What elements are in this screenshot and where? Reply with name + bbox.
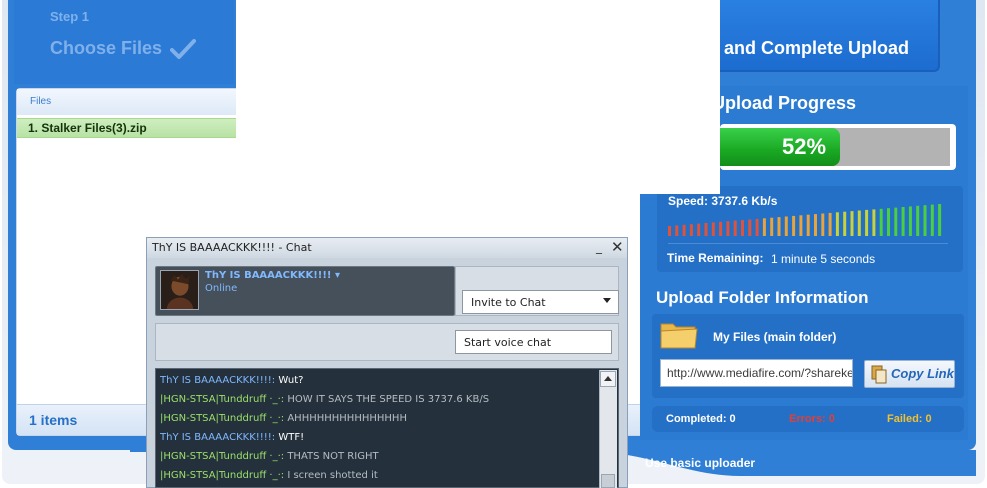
copy-icon[interactable]: [870, 364, 888, 384]
contact-status: Online: [205, 283, 238, 294]
speed-meter-bar: [857, 210, 861, 236]
message-sender: |HGN-STSA|Tunddruff ·_·:: [160, 413, 285, 424]
speed-meter-bar: [843, 211, 847, 236]
speed-meter-bar: [879, 208, 883, 236]
speed-meter-bar: [668, 226, 671, 236]
avatar: [160, 270, 199, 310]
speed-meter-bar: [704, 223, 708, 236]
speed-meter-bar: [887, 208, 890, 236]
message-sender: ThY IS BAAAACKKK!!!!:: [160, 432, 276, 443]
chat-title: ThY IS BAAAACKKK!!!! - Chat: [152, 241, 312, 254]
step-title: Choose Files: [50, 38, 163, 58]
message-sender: |HGN-STSA|Tunddruff ·_·:: [160, 394, 285, 405]
speed-meter-bar: [726, 221, 730, 236]
speed-meter-bar: [777, 217, 781, 236]
speed-meter-bar: [770, 217, 774, 236]
speed-meter-bar: [872, 209, 876, 236]
speed-meter-bar: [916, 205, 920, 236]
chevron-down-icon[interactable]: [603, 298, 611, 303]
speed-meter-bar: [814, 214, 817, 236]
speed-meter-bar: [938, 204, 942, 236]
speed-meter-bar: [689, 224, 693, 236]
speed-meter-bar: [675, 225, 679, 236]
chat-message: |HGN-STSA|Tunddruff ·_·: THATS NOT RIGHT: [160, 451, 379, 462]
step-label: Step 1: [50, 9, 90, 24]
chat-message: ThY IS BAAAACKKK!!!!: Wut?: [160, 375, 303, 386]
blank-overlay-window: [236, 0, 720, 194]
message-text: Wut?: [278, 375, 304, 386]
contact-name[interactable]: ThY IS BAAAACKKK!!!! ▾: [205, 270, 340, 281]
speed-meter-bar: [733, 220, 737, 236]
speed-meter-bar: [792, 215, 796, 236]
speed-meter-bar: [908, 206, 912, 236]
close-icon[interactable]: ✕: [611, 238, 625, 256]
speed-meter-bar: [784, 216, 788, 236]
speed-meter-bar: [835, 212, 839, 236]
message-text: AHHHHHHHHHHHHHHH: [287, 413, 407, 424]
speed-meter-icon: [668, 204, 942, 236]
failed-count: Failed: 0: [887, 413, 932, 425]
basic-uploader-link[interactable]: Use basic uploader: [645, 456, 755, 470]
speed-meter-bar: [719, 221, 723, 236]
speed-meter-bar: [923, 205, 927, 236]
speed-meter-bar: [711, 222, 715, 236]
speed-meter-bar: [748, 219, 752, 236]
divider: [668, 243, 948, 244]
message-sender: |HGN-STSA|Tunddruff ·_·:: [160, 451, 285, 462]
speed-meter-bar: [828, 212, 832, 236]
chat-message: ThY IS BAAAACKKK!!!!: WTF!: [160, 432, 304, 443]
speed-meter-bar: [755, 218, 759, 236]
errors-count: Errors: 0: [789, 413, 835, 425]
chat-message: |HGN-STSA|Tunddruff ·_·: HOW IT SAYS THE…: [160, 394, 489, 405]
complete-upload-label[interactable]: and Complete Upload: [724, 38, 909, 59]
message-text: THATS NOT RIGHT: [287, 451, 379, 462]
speed-meter-bar: [762, 218, 766, 236]
speed-meter-bar: [741, 220, 744, 236]
speed-meter-bar: [821, 213, 825, 236]
folder-icon: [660, 323, 698, 349]
folder-info-title: Upload Folder Information: [656, 288, 869, 307]
file-list-header-label: Files: [30, 96, 52, 107]
progress-percent: 52%: [782, 134, 827, 159]
speed-meter-bar: [799, 215, 803, 236]
chevron-up-icon[interactable]: [604, 376, 612, 381]
complete-upload-button[interactable]: [700, 0, 940, 72]
time-remaining-label: Time Remaining:: [667, 251, 764, 265]
speed-meter-bar: [894, 207, 898, 236]
speed-meter-bar: [682, 224, 686, 236]
chat-scrollbar[interactable]: [599, 370, 617, 488]
folder-name: My Files (main folder): [713, 330, 837, 344]
speed-meter-bar: [850, 211, 854, 236]
message-text: I screen shotted it: [287, 470, 378, 481]
chat-message: |HGN-STSA|Tunddruff ·_·: AHHHHHHHHHHHHHH…: [160, 413, 407, 424]
time-remaining-value: 1 minute 5 seconds: [771, 252, 876, 266]
message-sender: ThY IS BAAAACKKK!!!!:: [160, 375, 276, 386]
scroll-thumb[interactable]: [601, 474, 615, 488]
file-name[interactable]: 1. Stalker Files(3).zip: [28, 121, 147, 135]
items-count: 1 items: [29, 412, 78, 428]
message-text: HOW IT SAYS THE SPEED IS 3737.6 KB/S: [287, 394, 490, 405]
progress-title: Upload Progress: [712, 93, 857, 113]
invite-to-chat-select[interactable]: Invite to Chat: [462, 290, 619, 314]
minimize-icon[interactable]: _: [596, 240, 608, 254]
message-sender: |HGN-STSA|Tunddruff ·_·:: [160, 470, 285, 481]
speed-meter-bar: [697, 223, 701, 236]
speed-meter-bar: [865, 209, 869, 236]
message-text: WTF!: [278, 432, 305, 443]
chat-message: |HGN-STSA|Tunddruff ·_·: I screen shotte…: [160, 470, 378, 481]
copy-link-label[interactable]: Copy Link: [891, 366, 954, 381]
speed-meter-bar: [930, 204, 934, 236]
speed-meter-bar: [901, 207, 905, 236]
start-voice-chat-button[interactable]: Start voice chat: [455, 330, 612, 354]
speed-meter-bar: [806, 214, 810, 236]
completed-count: Completed: 0: [666, 413, 736, 425]
check-icon: [170, 39, 196, 59]
share-link-field[interactable]: http://www.mediafire.com/?sharekey=: [660, 359, 853, 387]
